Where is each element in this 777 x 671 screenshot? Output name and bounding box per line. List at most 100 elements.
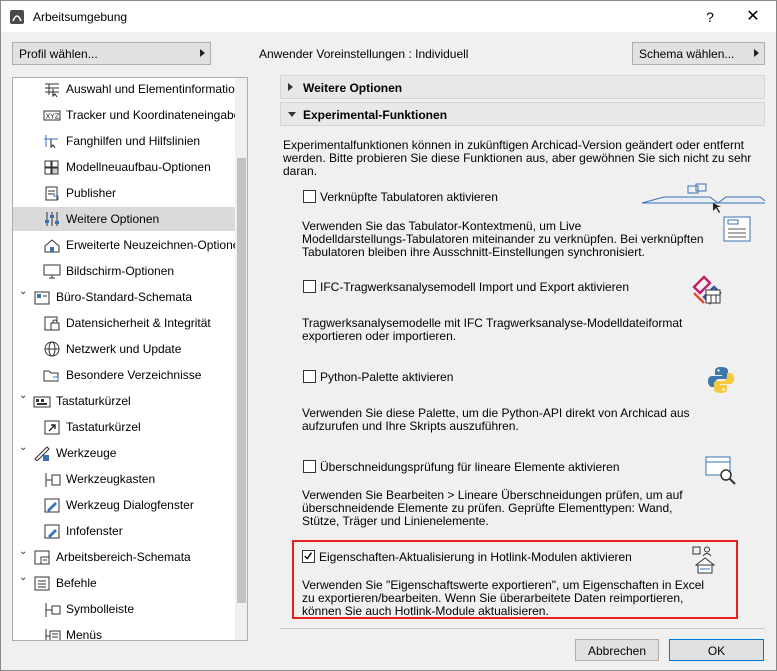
intro-line: werden. Bitte probieren Sie diese Funkti… [283,151,752,165]
keyboard-icon [33,396,51,408]
intersection-check-description: Verwenden Sie Bearbeiten > Lineare Übers… [302,489,683,528]
ok-button[interactable]: OK [669,639,764,661]
tree-scrollbar[interactable] [235,78,247,640]
globe-icon [44,341,60,357]
publisher-icon [45,186,59,201]
intersection-check-checkbox[interactable] [303,460,316,473]
section-header-more-options[interactable]: Weitere Optionen [280,75,765,99]
rebuild-icon [44,160,59,175]
python-palette-label: Python-Palette aktivieren [320,370,454,384]
screen-icon [43,264,61,279]
tree-item[interactable]: ⌄ Büro-Standard-Schemata [13,285,235,309]
tree-item-label: Datensicherheit & Integrität [66,316,211,330]
hotlink-properties-label: Eigenschaften-Aktualisierung in Hotlink-… [319,550,632,564]
section-header-experimental[interactable]: Experimental-Funktionen [280,102,765,126]
tree-item-label: Tracker und Koordinateneingabe [66,108,241,122]
tree-item-label: Tastaturkürzel [56,394,131,408]
office-icon [34,291,50,305]
tree-item[interactable]: Modellneuaufbau-Optionen [13,155,235,179]
help-button[interactable]: ? [696,6,724,28]
ifc-icon [692,275,722,305]
ifc-structural-checkbox[interactable] [303,280,316,293]
tree-item-label: Publisher [66,186,117,200]
ifc-structural-label: IFC-Tragwerksanalysemodell Import und Ex… [320,280,630,294]
tree-item[interactable]: Infofenster [13,519,235,543]
tree-item[interactable]: Besondere Verzeichnisse [13,363,235,387]
selection-icon [45,83,59,97]
cancel-label: Abbrechen [587,644,647,658]
hotlink-properties-checkbox[interactable] [302,550,315,563]
content-bottom-border [280,628,765,629]
tree-item-label: Besondere Verzeichnisse [66,368,202,382]
desc-line: Stütze, Träger und Linienelemente. [302,514,489,528]
hotlink-properties-description: Verwenden Sie "Eigenschaftswerte exporti… [302,579,704,618]
tree-item[interactable]: Fanghilfen und Hilfslinien [13,129,235,153]
hotlink-icon [692,546,716,574]
tree-item[interactable]: Werkzeug Dialogfenster [13,493,235,517]
tree-item-label: Büro-Standard-Schemata [56,290,193,304]
options-panel: Weitere Optionen Experimental-Funktionen… [280,75,765,627]
tree-item[interactable]: ⌄ Werkzeuge [13,441,235,465]
intersection-icon [705,456,736,485]
tree-item[interactable]: Weitere Optionen [13,207,235,231]
tree-item-label: Fanghilfen und Hilfslinien [66,134,201,148]
tree-item-label: Befehle [56,576,97,590]
window-title: Arbeitsumgebung [33,10,128,24]
schema-select-button[interactable]: Schema wählen... [632,42,765,65]
desc-line: Tabulatoren bleiben ihre Ausschnitt-Eins… [302,245,645,259]
ifc-structural-description: Tragwerksanalysemodelle mit IFC Tragwerk… [302,317,682,343]
tree-item[interactable]: Menüs [13,623,235,640]
tree-item[interactable]: Werkzeugkasten [13,467,235,491]
toolbox-icon [45,473,61,487]
ok-label: OK [707,644,726,658]
sliders-icon [45,212,59,226]
tree-item[interactable]: Bildschirm-Optionen [13,259,235,283]
tree-item[interactable]: Publisher [13,181,235,205]
tree-item-label: Werkzeugkasten [66,472,156,486]
folder-icon [43,370,59,382]
chevron-right-icon [288,83,293,91]
intersection-check-label: Überschneidungsprüfung für lineare Eleme… [320,460,620,474]
linked-tabs-checkbox[interactable] [303,190,316,203]
tree-item[interactable]: Datensicherheit & Integrität [13,311,235,335]
chevron-down-icon[interactable]: ⌄ [19,442,27,453]
cancel-button[interactable]: Abbrechen [575,639,659,661]
section-title: Weitere Optionen [303,81,403,95]
tree-item-label: Werkzeuge [56,446,117,460]
desc-line: können Sie auch Hotlink-Module aktualisi… [302,604,549,618]
experimental-intro: Experimentalfunktionen können in zukünft… [283,139,751,178]
tree-item[interactable]: Erweiterte Neuzeichnen-Optionen [13,233,246,257]
info-icon [44,524,60,539]
chevron-down-icon[interactable]: ⌄ [19,390,27,401]
chevron-down-icon[interactable]: ⌄ [19,286,27,297]
tree-item-label: Auswahl und Elementinformation [66,82,242,96]
python-palette-checkbox[interactable] [303,370,316,383]
tree-item-label: Bildschirm-Optionen [66,264,175,278]
profile-select-button[interactable]: Profil wählen... [12,42,211,65]
shortcut-icon [44,420,60,435]
toolbar-icon [45,603,61,617]
settings-tree[interactable]: Auswahl und Elementinformation XYZ Tracker… [12,77,248,641]
close-button[interactable]: ✕ [739,6,767,28]
tree-item[interactable]: ⌄ Arbeitsbereich-Schemata [13,545,235,569]
checkmark-icon [304,552,313,560]
tree-item[interactable]: ⌄ Befehle [13,571,235,595]
chevron-down-icon[interactable]: ⌄ [19,546,27,557]
tree-item[interactable]: ⌄ Tastaturkürzel [13,389,235,413]
python-icon [708,367,734,393]
section-title: Experimental-Funktionen [303,108,448,122]
python-palette-description: Verwenden Sie diese Palette, um die Pyth… [302,407,690,433]
chevron-down-icon [288,112,296,117]
tree-scrollbar-thumb[interactable] [237,158,246,603]
tree-item-label: Infofenster [66,524,123,538]
chevron-right-icon [754,49,759,57]
commands-icon [34,576,50,591]
chevron-down-icon[interactable]: ⌄ [19,572,27,583]
intro-line: daran. [283,164,318,178]
desc-line: exportieren oder importieren. [302,329,457,343]
tree-item[interactable]: Auswahl und Elementinformation [13,78,241,101]
tree-item[interactable]: Netzwerk und Update [13,337,235,361]
tree-item[interactable]: Symbolleiste [13,597,235,621]
tree-item[interactable]: XYZ Tracker und Koordinateneingabe [13,103,240,127]
tree-item[interactable]: Tastaturkürzel [13,415,235,439]
